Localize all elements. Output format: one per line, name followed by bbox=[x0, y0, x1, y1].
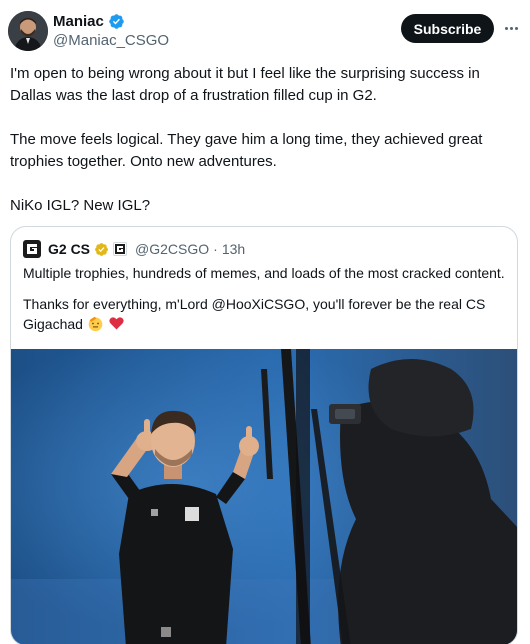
quoted-author-handle[interactable]: @G2CSGO bbox=[135, 241, 209, 257]
tweet-paragraph-2: The move feels logical. They gave him a … bbox=[10, 131, 483, 170]
author-avatar[interactable] bbox=[8, 11, 48, 51]
affiliate-badge-icon bbox=[113, 242, 128, 256]
quoted-tweet-header: G2 CS @G2CSGO · 13h bbox=[23, 240, 245, 258]
subscribe-button[interactable]: Subscribe bbox=[401, 14, 494, 43]
quoted-tweet-text: Multiple trophies, hundreds of memes, an… bbox=[23, 263, 509, 334]
tweet-paragraph-3: NiKo IGL? New IGL? bbox=[10, 197, 151, 214]
author-name[interactable]: Maniac bbox=[53, 13, 104, 30]
author-name-row[interactable]: Maniac bbox=[53, 13, 125, 30]
tweet-paragraph-1: I'm open to being wrong about it but I f… bbox=[10, 65, 480, 104]
quoted-timestamp[interactable]: 13h bbox=[222, 241, 245, 257]
quoted-tweet-card[interactable]: G2 CS @G2CSGO · 13h Multiple trophies, h… bbox=[10, 226, 518, 644]
time-separator: · bbox=[213, 241, 218, 257]
tweet-text: I'm open to being wrong about it but I f… bbox=[10, 63, 520, 217]
quoted-author-name[interactable]: G2 CS bbox=[48, 241, 90, 257]
g2-logo-icon bbox=[23, 240, 41, 258]
quoted-line-1: Multiple trophies, hundreds of memes, an… bbox=[23, 265, 505, 281]
verified-gold-badge-icon bbox=[95, 242, 108, 256]
avatar-image bbox=[8, 11, 48, 51]
author-handle[interactable]: @Maniac_CSGO bbox=[53, 32, 169, 49]
saluting-face-emoji-icon bbox=[88, 316, 103, 332]
verified-badge-icon bbox=[109, 14, 124, 29]
more-horizontal-icon[interactable] bbox=[500, 18, 522, 38]
red-heart-emoji-icon bbox=[109, 317, 124, 330]
quoted-media-image[interactable] bbox=[11, 349, 517, 644]
studio-photo bbox=[11, 349, 517, 644]
